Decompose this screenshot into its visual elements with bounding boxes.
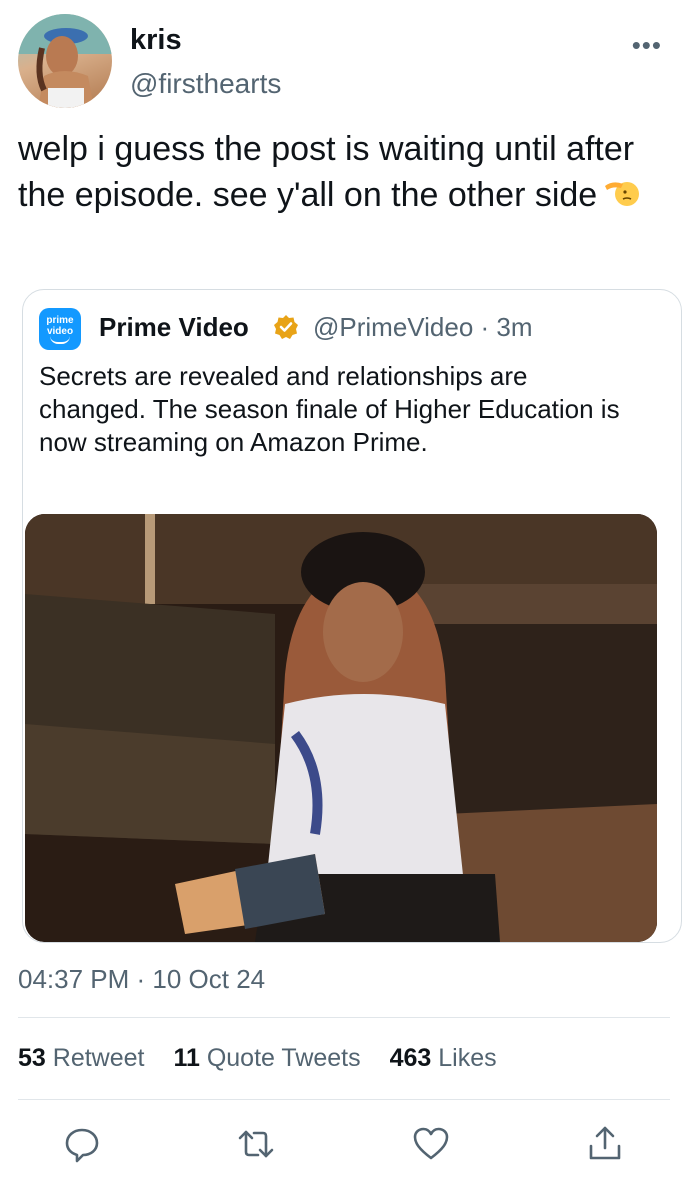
author-avatar[interactable] <box>18 14 112 108</box>
verified-badge-icon <box>273 314 299 345</box>
retweet-icon[interactable] <box>236 1124 276 1164</box>
share-icon[interactable] <box>585 1124 625 1164</box>
quoted-tweet-card[interactable]: prime video Prime Video @PrimeVideo · 3m… <box>22 289 682 943</box>
likes-label: Likes <box>438 1044 497 1072</box>
quoted-display-name[interactable]: Prime Video <box>99 312 249 343</box>
retweets-stat[interactable]: 53 Retweet <box>18 1044 144 1072</box>
tweet-timestamp[interactable]: 04:37 PM · 10 Oct 24 <box>18 964 265 995</box>
tweet-action-bar <box>0 1118 688 1170</box>
quoted-tweet-text: Secrets are revealed and relationships a… <box>39 361 620 457</box>
tweet-text: welp i guess the post is waiting until a… <box>18 126 658 220</box>
reply-icon[interactable] <box>62 1124 102 1164</box>
divider-bottom <box>18 1099 670 1100</box>
likes-stat[interactable]: 463 Likes <box>390 1044 497 1072</box>
prime-video-avatar[interactable]: prime video <box>39 308 81 350</box>
author-handle[interactable]: @firsthearts <box>130 68 281 100</box>
engagement-stats: 53 Retweet 11 Quote Tweets 463 Likes <box>18 1044 519 1073</box>
tweet-body: welp i guess the post is waiting until a… <box>18 130 635 214</box>
divider-top <box>18 1017 670 1018</box>
saluting-face-emoji <box>603 174 640 220</box>
prime-smile-icon <box>50 336 70 344</box>
retweets-count: 53 <box>18 1044 46 1072</box>
like-icon[interactable] <box>411 1124 451 1164</box>
quote-tweets-stat[interactable]: 11 Quote Tweets <box>173 1044 360 1072</box>
quoted-media-image[interactable] <box>25 514 657 942</box>
likes-count: 463 <box>389 1044 432 1072</box>
quotes-count: 11 <box>173 1044 200 1072</box>
quotes-label: Quote Tweets <box>206 1044 361 1072</box>
prime-logo-line1: prime <box>46 314 74 326</box>
retweets-label: Retweet <box>52 1044 145 1072</box>
prime-logo-line2: video <box>46 325 74 337</box>
more-options-icon[interactable]: ••• <box>632 30 662 61</box>
author-display-name[interactable]: kris <box>130 24 182 57</box>
quoted-handle-time: @PrimeVideo · 3m <box>313 312 533 342</box>
